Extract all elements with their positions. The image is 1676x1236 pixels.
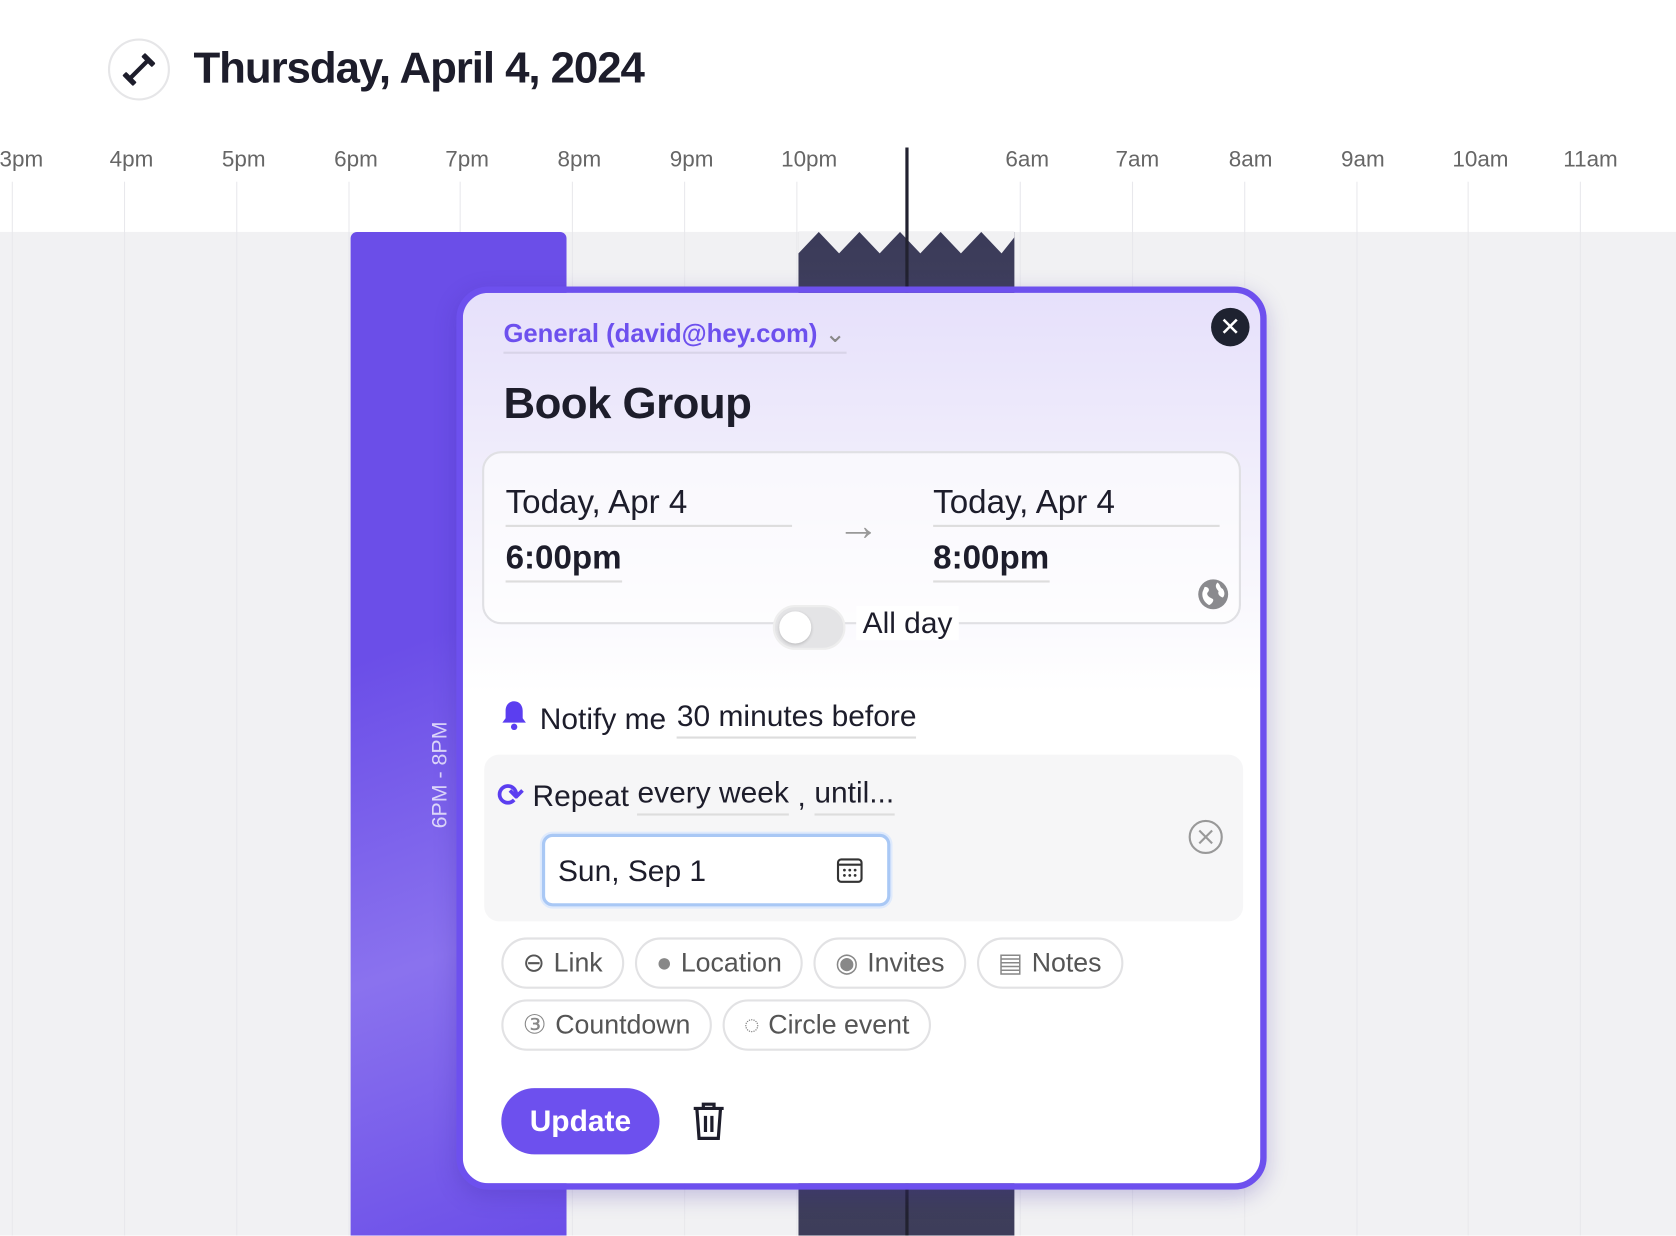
notify-select[interactable]: 30 minutes before <box>676 699 917 739</box>
end-time[interactable]: 8:00pm <box>933 539 1050 583</box>
repeat-label: Repeat <box>532 778 629 812</box>
chip-row-2: ③ Countdown ◌ Circle event <box>501 999 931 1051</box>
location-pin-icon: ● <box>656 947 673 978</box>
hour-label: 6am <box>1005 147 1050 173</box>
calendar-selector[interactable]: General (david@hey.com) ⌄ <box>503 319 847 354</box>
chip-label: Location <box>680 947 782 978</box>
countdown-chip[interactable]: ③ Countdown <box>501 999 712 1051</box>
repeat-separator: , <box>797 778 806 812</box>
date-time-box: Today, Apr 4 6:00pm → Today, Apr 4 8:00p… <box>482 451 1241 625</box>
person-icon: ◉ <box>835 948 859 979</box>
end-date[interactable]: Today, Apr 4 <box>933 483 1220 527</box>
hour-label: 6pm <box>334 147 378 173</box>
hour-gridline <box>1579 181 1581 1236</box>
remove-repeat-icon[interactable] <box>1188 819 1224 861</box>
close-button[interactable]: ✕ <box>1211 307 1250 347</box>
hour-gridline <box>1356 181 1358 1236</box>
hour-gridline <box>1467 181 1469 1236</box>
notes-chip[interactable]: ▤ Notes <box>976 937 1123 989</box>
hour-gridline <box>236 181 238 1236</box>
calendar-name: General (david@hey.com) <box>503 319 818 349</box>
all-day-toggle[interactable] <box>772 604 846 650</box>
circle-event-icon: ◌ <box>743 1009 760 1040</box>
hour-gridline <box>123 181 126 1236</box>
hour-label: 10am <box>1452 147 1509 173</box>
all-day-label: All day <box>856 606 959 641</box>
update-button[interactable]: Update <box>501 1088 660 1155</box>
hour-gridline <box>348 181 350 1236</box>
chip-label: Countdown <box>555 1009 691 1040</box>
until-date-input[interactable]: Sun, Sep 1 <box>541 833 891 907</box>
location-chip[interactable]: ● Location <box>634 937 804 989</box>
hour-label: 8pm <box>557 147 602 173</box>
bell-icon <box>499 699 529 739</box>
notify-row: Notify me 30 minutes before <box>499 699 917 739</box>
chip-label: Circle event <box>768 1009 910 1040</box>
hour-label: 10pm <box>781 147 838 173</box>
hour-label: 8am <box>1228 147 1273 173</box>
event-time-label: 6PM - 8PM <box>428 721 452 829</box>
link-chip[interactable]: ⊖ Link <box>501 937 625 989</box>
hour-label: 7am <box>1115 147 1160 173</box>
chip-row-1: ⊖ Link ● Location ◉ Invites ▤ Notes <box>501 937 1123 989</box>
circle-event-chip[interactable]: ◌ Circle event <box>722 999 931 1051</box>
until-date-value: Sun, Sep 1 <box>557 854 707 888</box>
invites-chip[interactable]: ◉ Invites <box>813 937 966 989</box>
hour-label: 7pm <box>445 147 489 173</box>
dumbbell-icon[interactable] <box>107 38 170 101</box>
link-icon: ⊖ <box>522 948 546 979</box>
chip-label: Link <box>553 947 603 978</box>
notify-label: Notify me <box>539 701 667 735</box>
notes-icon: ▤ <box>997 948 1024 979</box>
event-title[interactable]: Book Group <box>503 378 751 428</box>
countdown-icon: ③ <box>522 1010 547 1041</box>
hour-label: 3pm <box>0 147 44 173</box>
hour-label: 11am <box>1563 147 1618 173</box>
repeat-until-select[interactable]: until... <box>814 776 895 816</box>
repeat-icon: ⟳ <box>497 778 524 814</box>
hour-label: 9am <box>1341 147 1385 173</box>
chevron-down-icon: ⌄ <box>824 319 847 349</box>
arrow-right-icon: → <box>836 502 880 550</box>
start-time[interactable]: 6:00pm <box>505 539 622 583</box>
globe-icon[interactable] <box>1196 577 1230 617</box>
page-title: Thursday, April 4, 2024 <box>193 42 644 92</box>
repeat-frequency-select[interactable]: every week <box>637 776 789 816</box>
chip-label: Invites <box>867 947 945 978</box>
calendar-icon[interactable] <box>836 856 864 891</box>
chip-label: Notes <box>1031 947 1102 978</box>
trash-icon[interactable] <box>689 1101 727 1147</box>
hour-label: 4pm <box>109 147 154 173</box>
hour-label: 9pm <box>669 147 714 173</box>
close-icon: ✕ <box>1219 312 1242 342</box>
hour-gridline <box>11 181 13 1236</box>
start-date[interactable]: Today, Apr 4 <box>505 483 793 527</box>
event-editor-popup: General (david@hey.com) ⌄ ✕ Book Group T… <box>456 286 1267 1190</box>
hour-label: 5pm <box>221 147 266 173</box>
